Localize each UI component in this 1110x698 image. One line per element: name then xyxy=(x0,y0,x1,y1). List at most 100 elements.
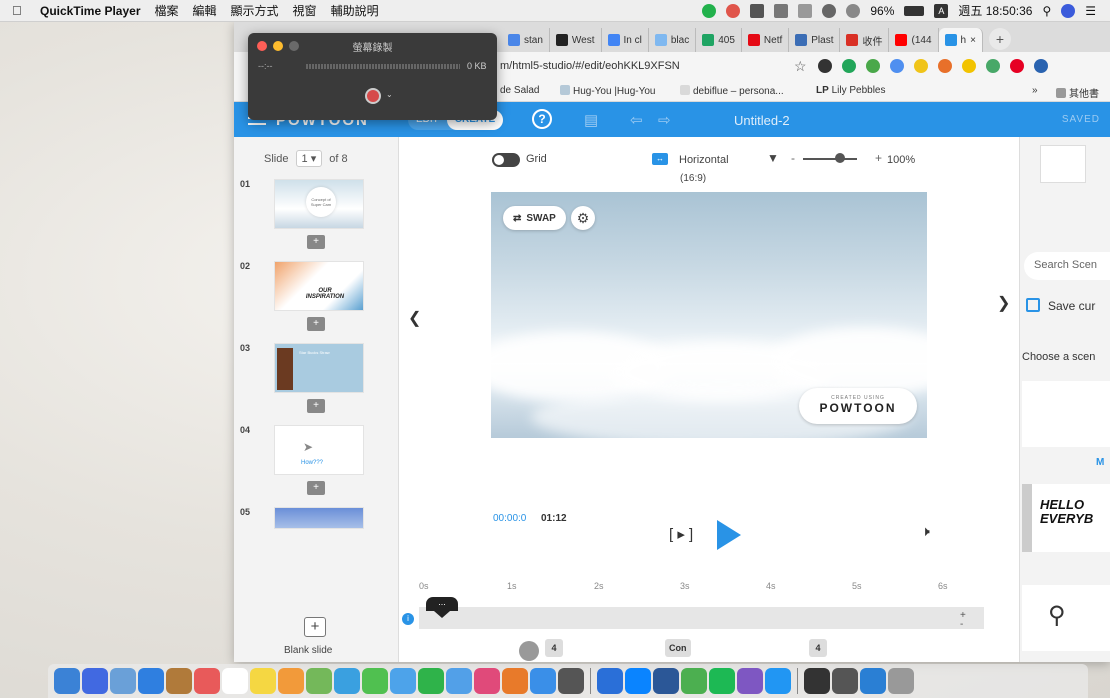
airplay-icon[interactable] xyxy=(798,3,813,18)
chevron-right-icon[interactable]: ❯ xyxy=(997,293,1010,313)
dock-app-icon[interactable] xyxy=(502,668,528,694)
extension-icon[interactable] xyxy=(1034,59,1048,73)
dock-app-icon[interactable] xyxy=(166,668,192,694)
slide-select[interactable]: 1 ▾ xyxy=(295,150,323,167)
dock-app-icon[interactable] xyxy=(860,668,886,694)
menu-app-name[interactable]: QuickTime Player xyxy=(40,4,141,18)
zoom-out-button[interactable]: - xyxy=(791,151,795,165)
slide-thumbnail[interactable]: Star Bucks Straw xyxy=(274,343,364,393)
dock-app-icon[interactable] xyxy=(390,668,416,694)
orientation-dropdown-icon[interactable]: ▼ xyxy=(767,151,779,165)
extension-icon[interactable] xyxy=(890,59,904,73)
dock-app-icon[interactable] xyxy=(138,668,164,694)
slide-canvas[interactable]: ⇄ SWAP ⚙ CREATED USING POWTOON xyxy=(491,192,927,438)
url-text[interactable]: m/html5-studio/#/edit/eohKKL9XFSN xyxy=(500,60,680,72)
save-current-scene-button[interactable]: Save cur xyxy=(1026,298,1095,313)
slide-thumbnail[interactable] xyxy=(274,507,364,529)
slide-thumbnail[interactable]: ➤ How??? xyxy=(274,425,364,475)
undo-icon[interactable]: ⇦ xyxy=(630,111,643,129)
browser-tab[interactable]: In cl xyxy=(602,28,649,52)
gear-icon[interactable]: ⚙ xyxy=(571,206,595,230)
dock-app-icon[interactable] xyxy=(194,668,220,694)
pinterest-icon[interactable] xyxy=(1010,59,1024,73)
help-button[interactable]: ? xyxy=(532,109,552,129)
dock-app-icon[interactable] xyxy=(278,668,304,694)
bookmark-item[interactable]: de Salad xyxy=(500,85,539,96)
dock-app-icon[interactable] xyxy=(625,668,651,694)
tool-icon[interactable] xyxy=(774,3,789,18)
dock-app-icon[interactable] xyxy=(446,668,472,694)
timeline-marker-circle[interactable] xyxy=(519,641,539,661)
spotlight-icon[interactable]: ⚲ xyxy=(1042,4,1051,18)
add-slide-icon[interactable]: + xyxy=(307,317,325,331)
add-slide-icon[interactable]: + xyxy=(307,481,325,495)
battery-icon[interactable] xyxy=(904,5,925,16)
orientation-label[interactable]: Horizontal xyxy=(679,154,729,166)
record-button[interactable] xyxy=(365,88,381,104)
extension-icon[interactable] xyxy=(866,59,880,73)
menu-window[interactable]: 視窗 xyxy=(293,2,317,19)
orientation-icon[interactable]: ↔ xyxy=(652,153,668,165)
dock-app-icon[interactable] xyxy=(530,668,556,694)
timeline-marker[interactable]: 4 xyxy=(809,639,827,657)
bookmark-star-icon[interactable]: ☆ xyxy=(794,58,807,75)
preview-scene-button[interactable]: [ ▸ ] xyxy=(669,525,693,543)
clock[interactable]: 週五 18:50:36 xyxy=(958,2,1032,19)
input-source-icon[interactable]: A xyxy=(934,3,949,18)
info-icon[interactable]: i xyxy=(402,613,414,625)
dock-app-icon[interactable] xyxy=(832,668,858,694)
apple-icon[interactable]:  xyxy=(12,3,26,18)
extension-icon[interactable] xyxy=(986,59,1000,73)
browser-tab[interactable]: West xyxy=(550,28,602,52)
dock-app-icon[interactable] xyxy=(558,668,584,694)
dock-app-icon[interactable] xyxy=(222,668,248,694)
scene-template[interactable] xyxy=(1022,381,1110,447)
grid-toggle[interactable] xyxy=(492,153,520,167)
browser-tab[interactable]: 收件 xyxy=(840,28,890,52)
siri-icon[interactable] xyxy=(1061,3,1076,18)
dock-app-icon[interactable] xyxy=(653,668,679,694)
scene-template[interactable]: HELLO EVERYB xyxy=(1022,484,1110,552)
dock-app-icon[interactable] xyxy=(82,668,108,694)
timeline-track[interactable] xyxy=(419,607,984,629)
add-slide-icon[interactable]: + xyxy=(307,399,325,413)
dock-app-icon[interactable] xyxy=(681,668,707,694)
dock-app-icon[interactable] xyxy=(306,668,332,694)
add-slide-icon[interactable]: + xyxy=(307,235,325,249)
dock-app-icon[interactable] xyxy=(362,668,388,694)
dock-app-icon[interactable] xyxy=(737,668,763,694)
chevron-left-icon[interactable]: ❮ xyxy=(408,308,421,328)
timeline-zoom-buttons[interactable]: + - xyxy=(960,611,966,630)
clip-icon[interactable] xyxy=(750,3,765,18)
browser-tab[interactable]: h × xyxy=(938,28,983,52)
slide-thumbnail[interactable]: OUR INSPIRATION xyxy=(274,261,364,311)
new-tab-button[interactable]: + xyxy=(988,28,1011,50)
dock-app-icon[interactable] xyxy=(597,668,623,694)
dock-app-icon[interactable] xyxy=(765,668,791,694)
scene-preview-thumbnail[interactable] xyxy=(1040,145,1086,183)
browser-tab[interactable]: (144 xyxy=(889,28,939,52)
play-icon[interactable] xyxy=(717,520,741,550)
volume-icon[interactable] xyxy=(846,3,861,18)
timeline-marker[interactable]: 4 xyxy=(545,639,563,657)
timeline-playhead[interactable]: ... xyxy=(426,597,458,618)
document-title[interactable]: Untitled-2 xyxy=(734,113,790,128)
close-tab-icon[interactable]: × xyxy=(970,35,976,46)
extension-icon[interactable] xyxy=(818,59,832,73)
redo-icon[interactable]: ⇨ xyxy=(658,111,671,129)
extension-icon[interactable] xyxy=(914,59,928,73)
browser-tab[interactable]: Netf xyxy=(742,28,790,52)
record-options-icon[interactable]: ⌄ xyxy=(386,90,393,99)
browser-tab[interactable]: Plast xyxy=(789,28,841,52)
menu-help[interactable]: 輔助說明 xyxy=(331,2,379,19)
notes-icon[interactable]: ▤ xyxy=(584,111,598,129)
dock-app-icon[interactable] xyxy=(804,668,830,694)
browser-tab[interactable]: 405 xyxy=(696,28,742,52)
dock-app-icon[interactable] xyxy=(250,668,276,694)
bookmark-item[interactable]: Hug-You |Hug-You xyxy=(560,85,655,97)
notification-center-icon[interactable]: ☰ xyxy=(1085,4,1096,18)
dock-app-icon[interactable] xyxy=(418,668,444,694)
menu-view[interactable]: 顯示方式 xyxy=(231,2,279,19)
extension-icon[interactable] xyxy=(962,59,976,73)
dock-app-icon[interactable] xyxy=(888,668,914,694)
